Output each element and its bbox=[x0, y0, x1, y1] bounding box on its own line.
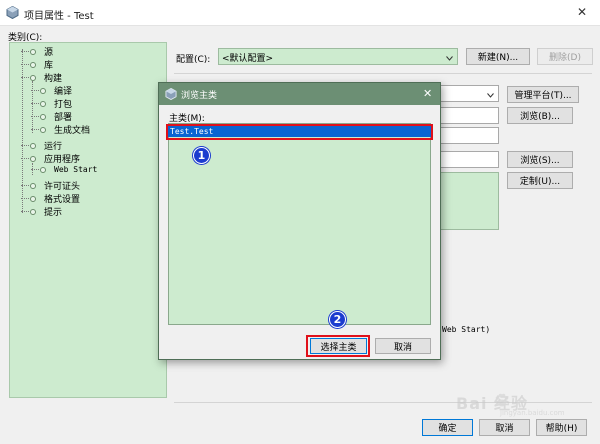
platform-select[interactable] bbox=[436, 85, 499, 102]
tree-item-web-start[interactable]: Web Start bbox=[31, 165, 97, 174]
step-2-badge: 2 bbox=[329, 311, 346, 328]
tree-connector bbox=[31, 129, 39, 130]
tree-connector bbox=[31, 103, 39, 104]
ok-button[interactable]: 确定 bbox=[422, 419, 473, 436]
tree-node-icon bbox=[30, 208, 36, 215]
window-title: 项目属性 - Test bbox=[24, 11, 94, 22]
tree-connector bbox=[31, 169, 39, 170]
tree-item-label: Web Start bbox=[54, 165, 98, 174]
tree-item-source[interactable]: 源 bbox=[21, 45, 53, 58]
manage-platforms-button[interactable]: 管理平台(T)... bbox=[507, 86, 579, 103]
tree-item-label: 许可证头 bbox=[44, 182, 81, 192]
tree-connector bbox=[31, 90, 39, 91]
window-close-icon[interactable]: ✕ bbox=[577, 5, 587, 19]
window-title-bar[interactable]: 项目属性 - Test ✕ bbox=[0, 0, 600, 26]
tree-item-label: 应用程序 bbox=[44, 155, 81, 165]
tree-node-icon bbox=[30, 195, 36, 202]
highlight-box-button bbox=[306, 335, 370, 357]
tree-node-icon bbox=[30, 142, 36, 149]
tree-item-label: 打包 bbox=[54, 100, 73, 110]
browse-working-dir-button[interactable]: 浏览(S)... bbox=[507, 151, 573, 168]
highlight-box-item bbox=[166, 124, 433, 140]
app-icon bbox=[6, 5, 19, 20]
tree-node-icon bbox=[30, 61, 36, 68]
tree-item-javadoc[interactable]: 生成文档 bbox=[31, 123, 90, 136]
tree-connector bbox=[21, 198, 29, 199]
tree-item-label: 生成文档 bbox=[54, 126, 91, 136]
watermark: Bai 经验 jingyan.baidu.com bbox=[456, 388, 596, 418]
tree-item-run[interactable]: 运行 bbox=[21, 139, 62, 152]
config-select[interactable]: <默认配置> bbox=[218, 48, 458, 65]
delete-config-button[interactable]: 删除(D) bbox=[537, 48, 593, 65]
chevron-down-icon bbox=[487, 91, 494, 98]
dialog-cancel-button[interactable]: 取消 bbox=[375, 338, 431, 354]
tree-node-icon bbox=[40, 113, 46, 120]
tree-node-icon bbox=[30, 182, 36, 189]
tree-item-application[interactable]: 应用程序 bbox=[21, 152, 80, 165]
new-config-button[interactable]: 新建(N)... bbox=[466, 48, 530, 65]
config-label: 配置(C): bbox=[176, 55, 211, 65]
separator bbox=[174, 73, 592, 74]
vm-options-area[interactable] bbox=[436, 172, 499, 230]
main-class-field[interactable] bbox=[436, 107, 499, 124]
dialog-close-icon[interactable]: ✕ bbox=[423, 87, 432, 100]
tree-item-label: 部署 bbox=[54, 113, 73, 123]
cancel-button[interactable]: 取消 bbox=[479, 419, 530, 436]
arguments-field[interactable] bbox=[436, 127, 499, 144]
tree-item-compile[interactable]: 编译 bbox=[31, 84, 72, 97]
web-start-partial-text: Web Start) bbox=[442, 325, 491, 334]
working-dir-field[interactable] bbox=[436, 151, 499, 168]
browse-main-class-button[interactable]: 浏览(B)... bbox=[507, 107, 573, 124]
tree-connector bbox=[21, 211, 29, 212]
tree-item-build[interactable]: 构建 bbox=[21, 71, 62, 84]
tree-connector bbox=[31, 116, 39, 117]
watermark-url: jingyan.baidu.com bbox=[500, 409, 565, 417]
tree-node-icon bbox=[40, 126, 46, 133]
dialog-app-icon bbox=[165, 87, 177, 101]
tree-node-icon bbox=[30, 155, 36, 162]
tree-item-deploy[interactable]: 部署 bbox=[31, 110, 72, 123]
dialog-title: 浏览主类 bbox=[181, 91, 218, 101]
tree-item-license-header[interactable]: 许可证头 bbox=[21, 179, 80, 192]
step-1-badge: 1 bbox=[193, 147, 210, 164]
tree-node-icon bbox=[30, 74, 36, 81]
tree-node-icon bbox=[40, 87, 46, 94]
tree-item-label: 提示 bbox=[44, 208, 63, 218]
tree-node-icon bbox=[40, 166, 46, 173]
dialog-title-bar[interactable]: 浏览主类 ✕ bbox=[159, 83, 440, 105]
tree-connector bbox=[21, 185, 29, 186]
tree-item-libraries[interactable]: 库 bbox=[21, 58, 53, 71]
chevron-down-icon bbox=[446, 54, 453, 61]
help-button[interactable]: 帮助(H) bbox=[536, 419, 587, 436]
config-select-value: <默认配置> bbox=[222, 54, 274, 64]
tree-item-package[interactable]: 打包 bbox=[31, 97, 72, 110]
tree-connector bbox=[21, 64, 29, 65]
tree-item-label: 源 bbox=[44, 48, 54, 58]
tree-item-formatting[interactable]: 格式设置 bbox=[21, 192, 80, 205]
tree-item-label: 库 bbox=[44, 61, 54, 71]
tree-connector bbox=[21, 158, 29, 159]
customize-button[interactable]: 定制(U)... bbox=[507, 172, 573, 189]
tree-item-label: 构建 bbox=[44, 74, 63, 84]
tree-item-hints[interactable]: 提示 bbox=[21, 205, 62, 218]
tree-item-label: 运行 bbox=[44, 142, 63, 152]
tree-node-icon bbox=[30, 48, 36, 55]
tree-item-label: 编译 bbox=[54, 87, 73, 97]
tree-connector bbox=[21, 51, 29, 52]
tree-connector bbox=[21, 145, 29, 146]
tree-connector bbox=[21, 77, 29, 78]
tree-item-label: 格式设置 bbox=[44, 195, 81, 205]
tree-node-icon bbox=[40, 100, 46, 107]
